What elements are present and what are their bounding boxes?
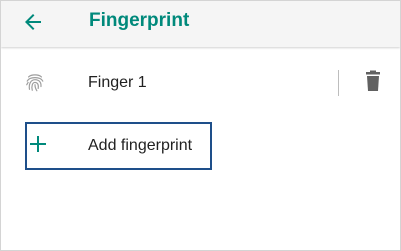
divider (338, 70, 339, 96)
back-button[interactable] (21, 10, 45, 34)
delete-fingerprint-button[interactable] (364, 70, 382, 92)
fingerprint-settings-screen: Fingerprint Finger 1 Add fingerprint (0, 0, 401, 251)
fingerprint-icon (26, 74, 44, 92)
trash-icon (366, 70, 380, 91)
page-title: Fingerprint (89, 10, 190, 31)
finger-name-label[interactable]: Finger 1 (88, 73, 147, 93)
plus-icon (30, 136, 46, 152)
add-fingerprint-button[interactable]: Add fingerprint (25, 122, 212, 170)
fingerprint-list-item[interactable]: Finger 1 (1, 57, 400, 109)
add-fingerprint-label: Add fingerprint (88, 137, 193, 154)
app-bar: Fingerprint (1, 1, 400, 47)
arrow-left-icon (25, 14, 41, 30)
